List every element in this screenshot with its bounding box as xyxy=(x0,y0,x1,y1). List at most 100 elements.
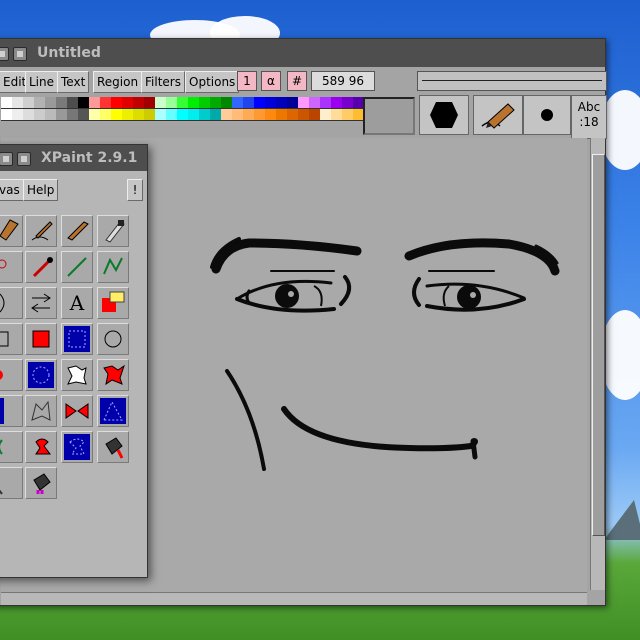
brush-tool[interactable] xyxy=(0,215,23,247)
pencil-tool-button[interactable] xyxy=(473,95,523,135)
toolbox-titlebar[interactable]: XPaint 2.9.1 xyxy=(0,145,147,171)
mountain xyxy=(604,500,640,540)
select-tool[interactable] xyxy=(0,395,23,427)
eraser-icon xyxy=(102,291,125,312)
menu-options[interactable]: Options xyxy=(185,71,240,93)
paintbrush-icon xyxy=(105,220,125,243)
rotate-icon xyxy=(0,439,3,455)
bowtie-tool[interactable] xyxy=(61,395,93,427)
alert-button[interactable]: ! xyxy=(127,179,143,201)
fill-bucket-tool[interactable] xyxy=(97,431,129,463)
window-close-button[interactable] xyxy=(0,47,9,61)
main-window-title: Untitled xyxy=(37,45,101,61)
color-palette[interactable] xyxy=(1,97,365,133)
dropper-icon xyxy=(32,257,53,278)
font-button[interactable]: Abc :18 xyxy=(571,95,607,139)
circle-icon xyxy=(104,330,122,348)
filled-ellipse-tool[interactable] xyxy=(25,359,57,391)
rotate-select-tool[interactable] xyxy=(61,431,93,463)
alpha-button[interactable]: α xyxy=(261,71,281,91)
region-icon xyxy=(100,398,126,424)
hexagon-icon xyxy=(430,102,458,128)
pencil-icon xyxy=(31,221,53,241)
menu-filters[interactable]: Filters xyxy=(141,71,185,93)
polyline-tool[interactable] xyxy=(97,251,129,283)
dot-icon xyxy=(541,109,553,121)
filled-freeform-icon xyxy=(103,364,125,386)
rotate-tool[interactable] xyxy=(0,431,23,463)
spray-tool[interactable] xyxy=(0,251,23,283)
menu-line[interactable]: Line xyxy=(25,71,59,93)
polyline-icon xyxy=(103,257,123,275)
text-icon: A xyxy=(69,291,85,315)
brush-icon xyxy=(0,219,19,241)
fill-bucket-icon xyxy=(105,437,124,459)
grid-button[interactable]: # xyxy=(287,71,307,91)
selected-rect-tool[interactable] xyxy=(61,323,93,355)
rainbow-fill-tool[interactable] xyxy=(25,467,57,499)
lasso-tool[interactable] xyxy=(25,395,57,427)
brush-size-button[interactable] xyxy=(523,95,571,135)
arc-tool[interactable] xyxy=(0,287,23,319)
pencil-icon xyxy=(481,103,515,129)
ellipse-icon xyxy=(0,370,3,380)
line-tool[interactable] xyxy=(61,251,93,283)
cursor-coordinates: 589 96 xyxy=(311,71,375,91)
window-minimize-button[interactable] xyxy=(17,152,31,166)
pencil-icon-2 xyxy=(67,221,89,241)
menu-canvas[interactable]: vas xyxy=(0,179,24,201)
rect-icon xyxy=(0,331,9,347)
brush-shape-button[interactable] xyxy=(419,95,469,135)
filled-freeform-tool[interactable] xyxy=(97,359,129,391)
freeform-icon xyxy=(67,365,87,385)
window-minimize-button[interactable] xyxy=(13,47,27,61)
arrow-icon xyxy=(31,293,51,313)
circle-tool[interactable] xyxy=(97,323,129,355)
filled-rect-tool[interactable] xyxy=(25,323,57,355)
arrow-tool[interactable] xyxy=(25,287,57,319)
eraser-tool[interactable] xyxy=(97,287,129,319)
region-tool[interactable] xyxy=(97,395,129,427)
window-close-button[interactable] xyxy=(0,152,13,166)
selected-rect-icon xyxy=(64,326,90,352)
main-titlebar[interactable]: Untitled xyxy=(0,39,605,67)
dropper-tool[interactable] xyxy=(25,251,57,283)
rainbow-fill-icon xyxy=(33,473,51,494)
filled-ellipse-icon xyxy=(28,362,54,388)
bowtie-icon xyxy=(65,403,89,419)
filled-rect-icon xyxy=(32,330,50,348)
cloud xyxy=(600,310,640,400)
select-icon xyxy=(0,398,4,424)
zoom-slider[interactable] xyxy=(417,71,607,91)
pencil-tool[interactable] xyxy=(25,215,57,247)
gradient-fill-tool[interactable] xyxy=(0,467,23,499)
toolbox-title: XPaint 2.9.1 xyxy=(41,150,138,166)
spray-icon xyxy=(0,259,7,269)
lasso-icon xyxy=(31,400,51,421)
current-color-swatch[interactable] xyxy=(363,97,415,135)
toolbox-window: XPaint 2.9.1 vas Help ! A xyxy=(0,144,148,578)
line-width-button[interactable]: 1 xyxy=(237,71,257,91)
rotate-filled-tool[interactable] xyxy=(25,431,57,463)
rotate-filled-icon xyxy=(35,438,51,455)
font-sample-label: Abc xyxy=(577,100,601,114)
font-size-label: :18 xyxy=(579,115,599,129)
pencil-tool-2[interactable] xyxy=(61,215,93,247)
menu-help[interactable]: Help xyxy=(23,179,59,201)
ellipse-tool[interactable] xyxy=(0,359,23,391)
scroll-thumb[interactable] xyxy=(592,154,605,536)
line-icon xyxy=(67,257,87,277)
freeform-tool[interactable] xyxy=(61,359,93,391)
vertical-scrollbar[interactable] xyxy=(590,138,605,590)
menu-text[interactable]: Text xyxy=(57,71,90,93)
main-menubar: Edit Line Text Region Filters Options 1 … xyxy=(0,69,607,93)
text-tool[interactable]: A xyxy=(61,287,93,319)
rect-tool[interactable] xyxy=(0,323,23,355)
arc-icon xyxy=(0,293,5,313)
menu-region[interactable]: Region xyxy=(93,71,143,93)
paintbrush-tool[interactable] xyxy=(97,215,129,247)
svg-text:A: A xyxy=(69,291,85,315)
gradient-fill-icon xyxy=(0,489,3,495)
rotate-select-icon xyxy=(64,434,90,460)
horizontal-scrollbar[interactable] xyxy=(1,592,587,605)
